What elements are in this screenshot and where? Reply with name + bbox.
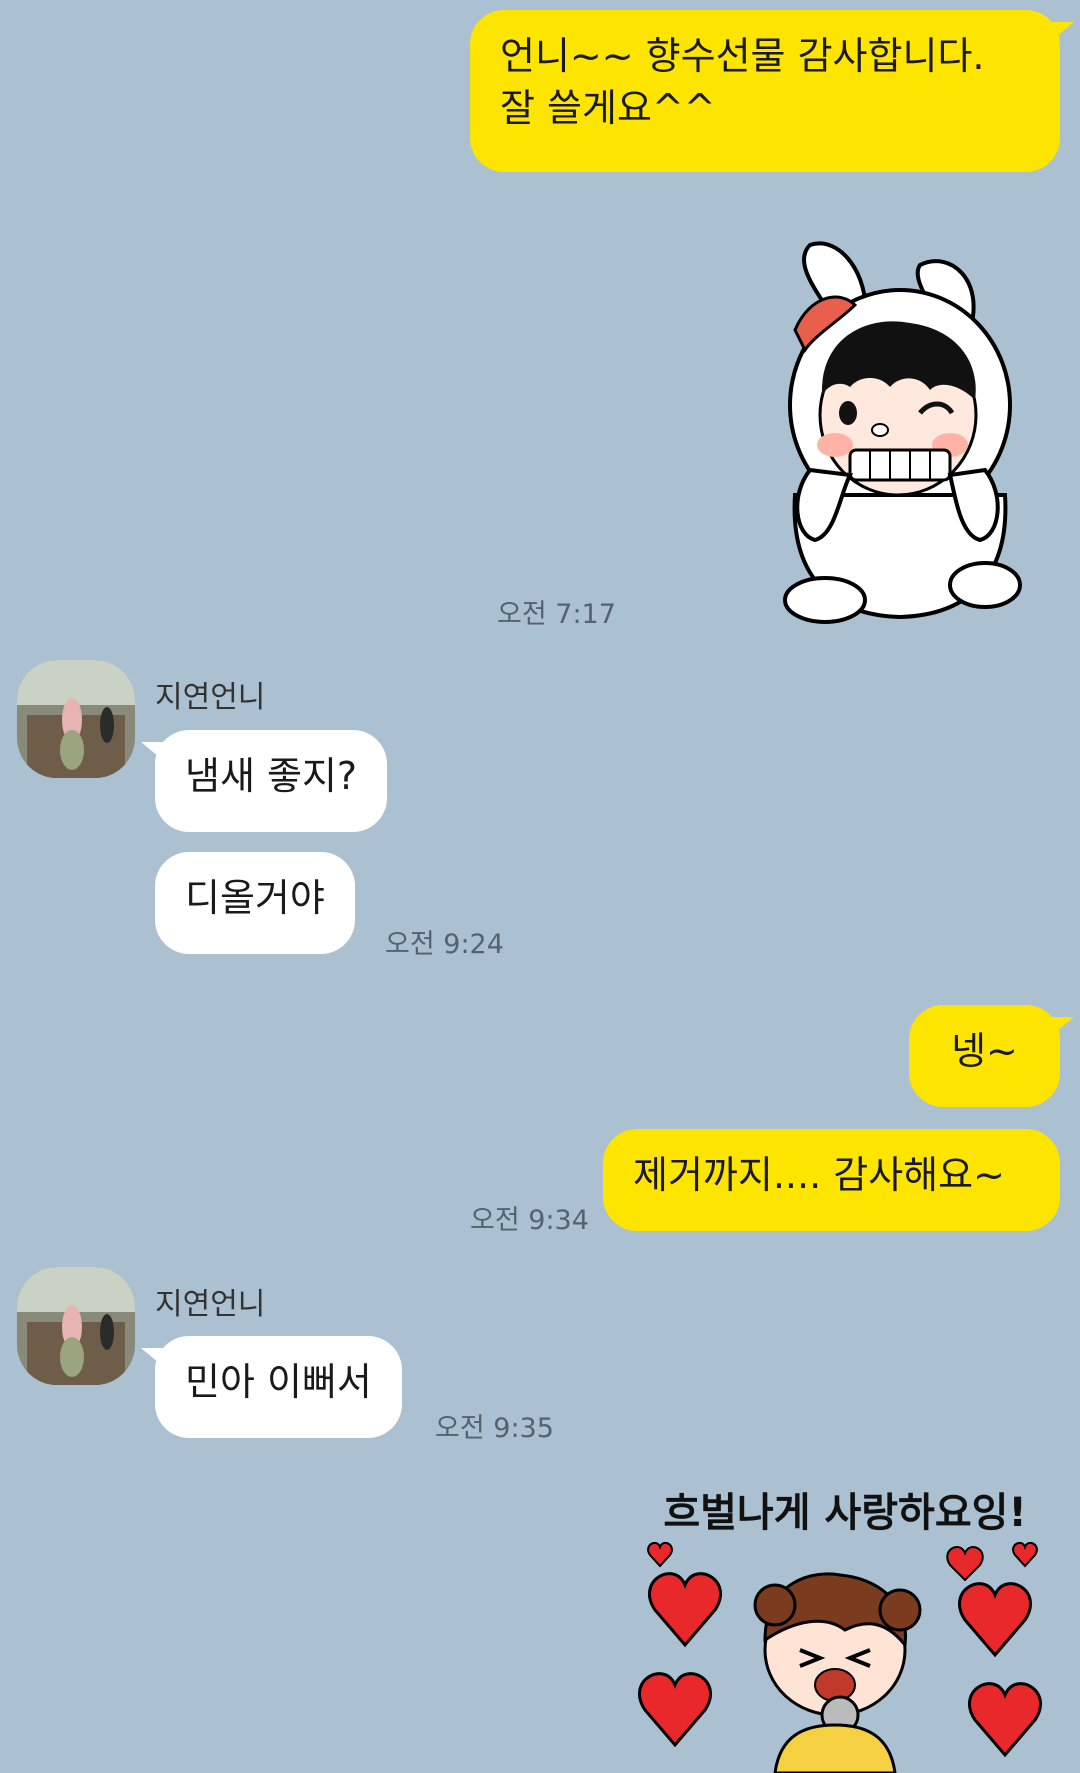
my-message-bubble[interactable]: 넹~ <box>909 1005 1074 1107</box>
avatar[interactable] <box>17 660 135 778</box>
my-message-bubble[interactable]: 언니~~ 향수선물 감사합니다. 잘 쓸게요^^ <box>470 10 1074 172</box>
other-message-bubble[interactable]: 민아 이뻐서 <box>141 1336 402 1438</box>
timestamp: 오전 9:35 <box>435 1413 554 1444</box>
sender-name: 지연언니 <box>155 680 266 715</box>
message-text: 잘 쓸게요^^ <box>500 86 716 130</box>
message-text: 민아 이뻐서 <box>185 1360 372 1404</box>
avatar[interactable] <box>17 1267 135 1385</box>
message-text: 넹~ <box>951 1029 1018 1073</box>
other-message-bubble[interactable]: 냄새 좋지? <box>140 730 388 832</box>
timestamp: 오전 7:17 <box>497 599 616 630</box>
avatar-photo-icon <box>17 660 135 778</box>
timestamp: 오전 9:24 <box>385 929 504 960</box>
bunny-sticker[interactable] <box>770 235 1040 625</box>
sender-name: 지연언니 <box>155 1287 266 1322</box>
timestamp: 오전 9:34 <box>470 1205 589 1236</box>
my-message-bubble[interactable]: 제거까지.... 감사해요~ <box>603 1129 1060 1231</box>
message-text: 제거까지.... 감사해요~ <box>633 1153 1005 1197</box>
love-sticker[interactable]: 흐벌나게 사랑하요잉! <box>625 1470 1065 1773</box>
message-text: 디올거야 <box>185 876 325 920</box>
message-text: 냄새 좋지? <box>185 754 358 798</box>
other-message-bubble[interactable]: 디올거야 <box>155 852 355 954</box>
hearts-girl-icon <box>638 1541 1042 1773</box>
message-text: 언니~~ 향수선물 감사합니다. <box>500 34 985 78</box>
avatar-photo-icon <box>17 1267 135 1385</box>
